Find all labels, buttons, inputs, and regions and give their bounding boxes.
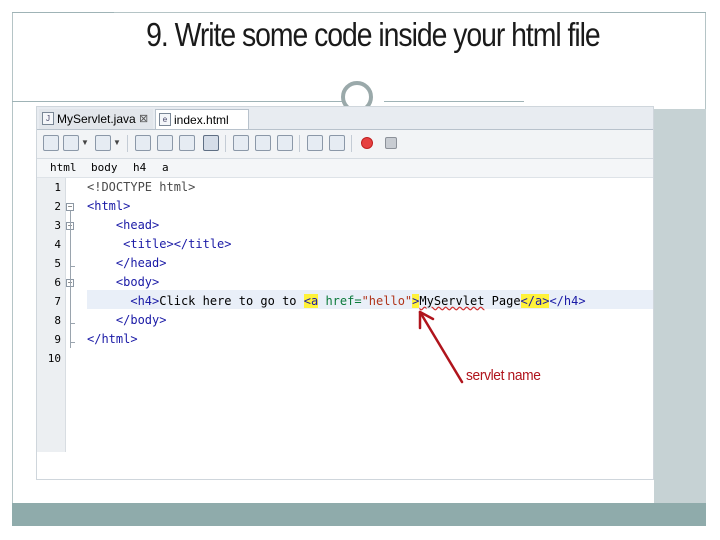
arrow-shaft bbox=[418, 310, 464, 384]
annotation-label: servlet name bbox=[466, 367, 541, 384]
arrow-head bbox=[418, 310, 435, 330]
annotation-arrow bbox=[418, 310, 464, 384]
